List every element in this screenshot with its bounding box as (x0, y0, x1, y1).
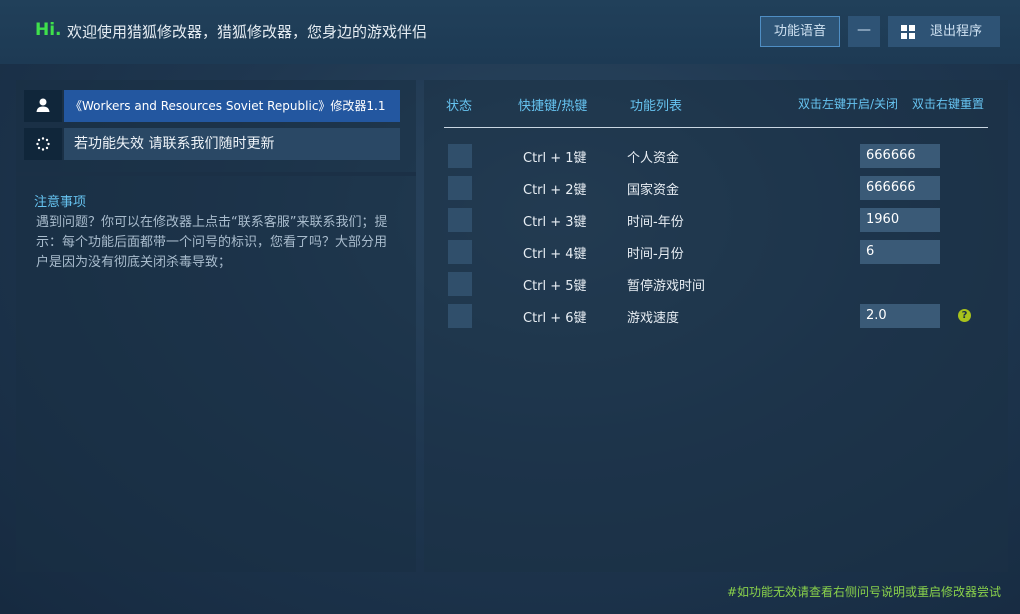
value-input[interactable]: 1960 (860, 208, 940, 232)
function-name: 时间-月份 (627, 247, 684, 262)
game-title: 《Workers and Resources Soviet Republic》修… (64, 90, 400, 122)
function-name: 暂停游戏时间 (627, 279, 706, 294)
feature-row[interactable]: Ctrl + 4键 时间-月份 6 (424, 240, 1008, 266)
hotkey-label: Ctrl + 3键 (523, 215, 587, 230)
feature-row[interactable]: Ctrl + 3键 时间-年份 1960 (424, 208, 1008, 234)
exit-button-label: 退出程序 (930, 24, 983, 39)
status-toggle[interactable] (448, 176, 472, 200)
header-divider (444, 127, 988, 128)
minimize-button[interactable]: — (848, 16, 880, 47)
hotkey-label: Ctrl + 6键 (523, 311, 587, 326)
notes-title: 注意事项 (34, 195, 87, 210)
greeting: Hi. (35, 20, 62, 40)
status-toggle[interactable] (448, 208, 472, 232)
feature-row[interactable]: Ctrl + 2键 国家资金 666666 (424, 176, 1008, 202)
status-toggle[interactable] (448, 240, 472, 264)
feature-row[interactable]: Ctrl + 1键 个人资金 666666 (424, 144, 1008, 170)
status-toggle[interactable] (448, 144, 472, 168)
column-status: 状态 (446, 99, 473, 114)
left-panel: 《Workers and Resources Soviet Republic》修… (16, 80, 416, 572)
hotkey-label: Ctrl + 2键 (523, 183, 587, 198)
status-toggle[interactable] (448, 272, 472, 296)
value-input[interactable]: 666666 (860, 176, 940, 200)
notice-text: 若功能失效 请联系我们随时更新 (64, 128, 400, 160)
help-question-icon[interactable]: ? (958, 309, 971, 322)
hint-reset: 双击右键重置 (912, 97, 985, 111)
windows-icon (901, 25, 915, 39)
user-icon (24, 90, 62, 122)
title-bar: Hi. 欢迎使用猎狐修改器，猎狐修改器，您身边的游戏伴侣 功能语音 — 退出程序 (0, 0, 1020, 64)
value-input[interactable]: 6 (860, 240, 940, 264)
column-function: 功能列表 (630, 99, 683, 114)
exit-button[interactable]: 退出程序 (888, 16, 1000, 47)
value-input[interactable]: 666666 (860, 144, 940, 168)
feature-row[interactable]: Ctrl + 6键 游戏速度 2.0? (424, 304, 1008, 330)
voice-button[interactable]: 功能语音 (760, 16, 840, 47)
function-name: 国家资金 (627, 183, 680, 198)
notes-body: 遇到问题？你可以在修改器上点击“联系客服”来联系我们；提示：每个功能后面都带一个… (36, 215, 388, 270)
notice-item[interactable]: 若功能失效 请联系我们随时更新 (24, 128, 400, 160)
footer-note: #如功能无效请查看右侧问号说明或重启修改器尝试 (727, 585, 1002, 599)
status-toggle[interactable] (448, 304, 472, 328)
hotkey-label: Ctrl + 4键 (523, 247, 587, 262)
hotkey-label: Ctrl + 5键 (523, 279, 587, 294)
column-hotkey: 快捷键/热键 (518, 99, 588, 114)
hotkey-label: Ctrl + 1键 (523, 151, 587, 166)
function-name: 时间-年份 (627, 215, 684, 230)
function-name: 个人资金 (627, 151, 680, 166)
panel-divider (16, 172, 416, 176)
welcome-text: 欢迎使用猎狐修改器，猎狐修改器，您身边的游戏伴侣 (67, 23, 428, 41)
value-input[interactable]: 2.0 (860, 304, 940, 328)
loading-spinner-icon (24, 128, 62, 160)
hint-toggle: 双击左键开启/关闭 (798, 97, 899, 111)
feature-panel: 状态 快捷键/热键 功能列表 双击左键开启/关闭 双击右键重置 Ctrl + 1… (424, 80, 1008, 572)
function-name: 游戏速度 (627, 311, 680, 326)
game-item[interactable]: 《Workers and Resources Soviet Republic》修… (24, 90, 400, 122)
feature-row[interactable]: Ctrl + 5键 暂停游戏时间 (424, 272, 1008, 298)
